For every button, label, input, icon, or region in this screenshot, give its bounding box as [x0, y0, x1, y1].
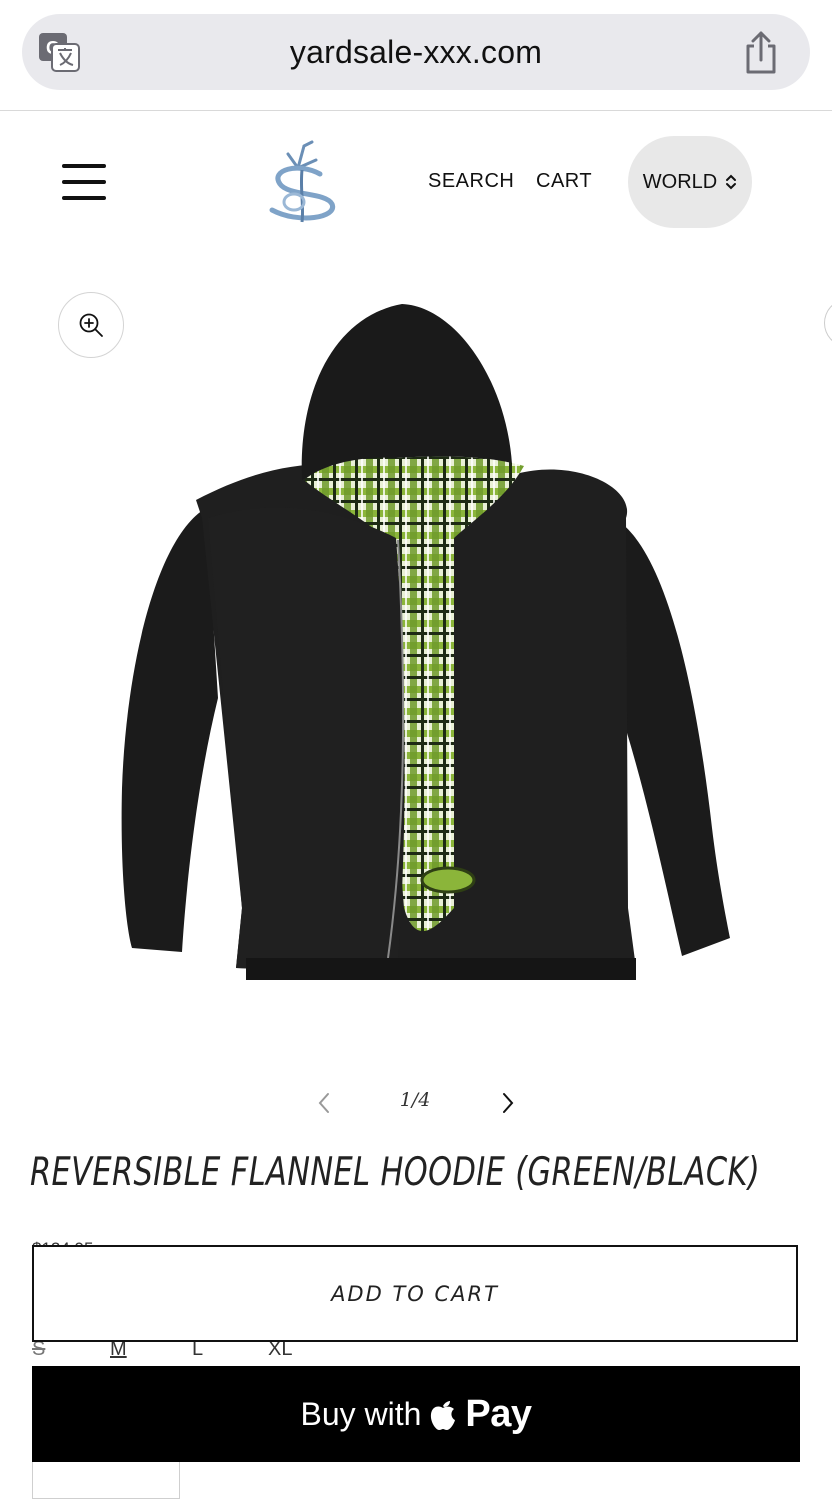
region-label: WORLD: [642, 170, 718, 193]
url-text[interactable]: yardsale-xxx.com: [0, 14, 832, 90]
divider: [0, 110, 832, 111]
share-icon[interactable]: [742, 30, 780, 74]
slide-counter: 1/4: [399, 1089, 431, 1111]
chevron-updown-icon: [726, 174, 737, 190]
apple-pay-button[interactable]: Buy with Pay: [32, 1366, 800, 1462]
add-to-cart-button[interactable]: ADD TO CART: [32, 1245, 798, 1342]
nav-search-link[interactable]: SEARCH: [428, 170, 514, 193]
apple-logo-icon: [431, 1401, 456, 1430]
product-image[interactable]: [36, 268, 796, 1028]
gallery-next-edge-button[interactable]: [824, 300, 832, 346]
hamburger-icon[interactable]: [62, 160, 106, 204]
chevron-left-icon[interactable]: [312, 1088, 336, 1118]
apple-pay-brand: Pay: [465, 1392, 532, 1435]
chevron-right-icon[interactable]: [496, 1088, 520, 1118]
region-selector[interactable]: WORLD: [628, 136, 752, 228]
ys-logo[interactable]: [258, 140, 350, 224]
apple-pay-prefix: Buy with: [300, 1395, 422, 1432]
add-to-cart-label: ADD TO CART: [331, 1281, 499, 1306]
quantity-selector[interactable]: [32, 1462, 180, 1499]
zoom-button[interactable]: [58, 292, 124, 358]
product-title: REVERSIBLE FLANNEL HOODIE (GREEN/BLACK): [30, 1150, 761, 1195]
nav-cart-link[interactable]: CART: [536, 170, 592, 193]
zoom-in-icon: [79, 313, 103, 337]
